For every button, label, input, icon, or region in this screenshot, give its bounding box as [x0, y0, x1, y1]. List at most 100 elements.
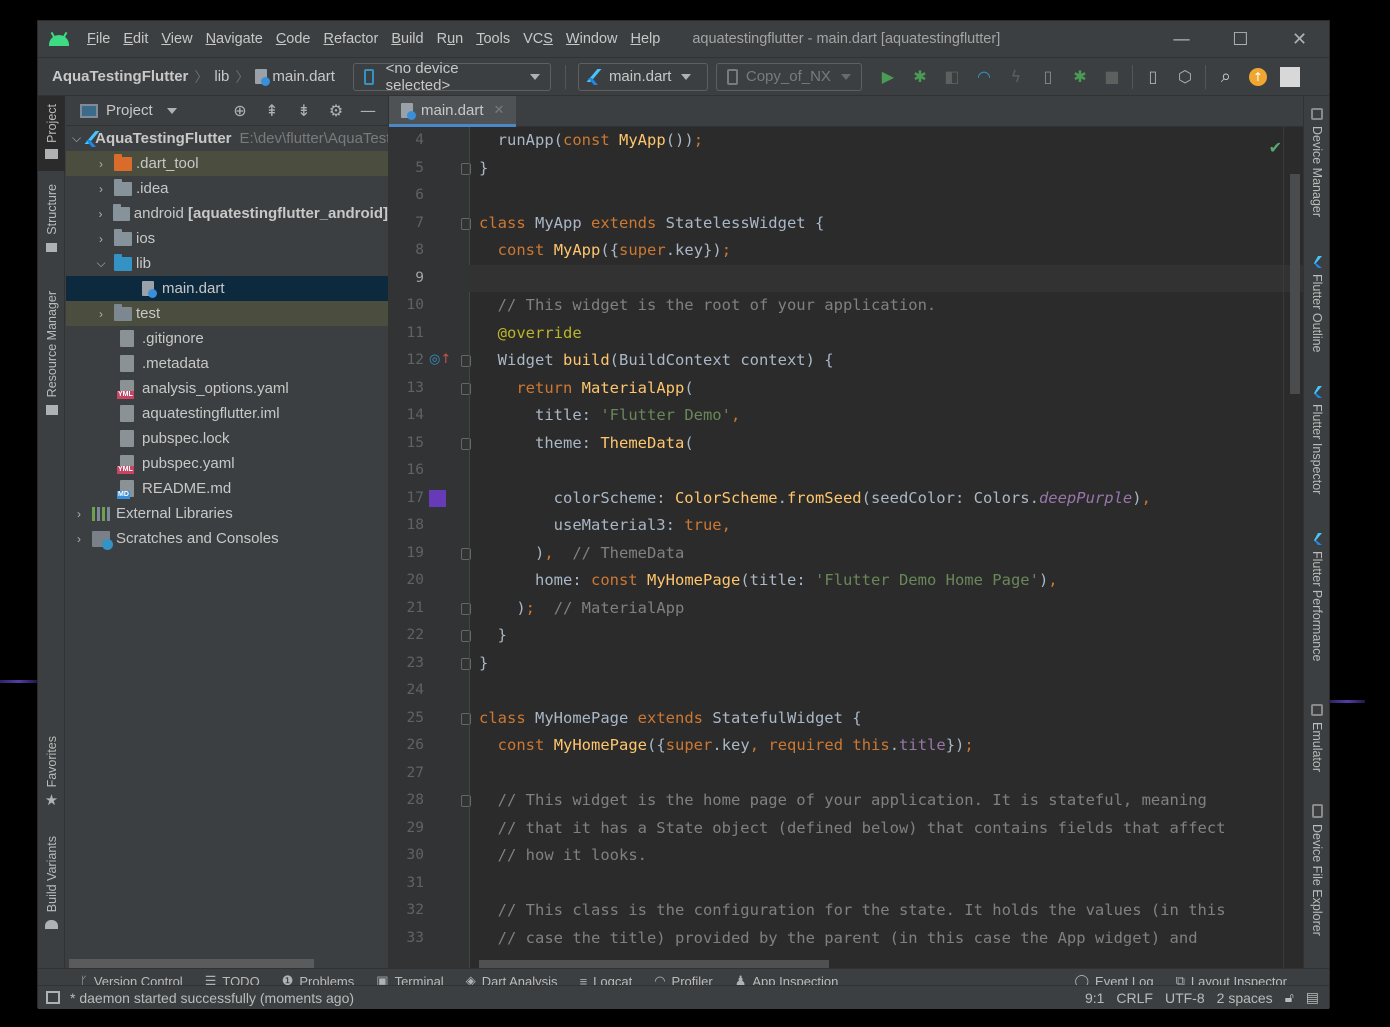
- tree-item-analysis-options[interactable]: YML analysis_options.yaml: [66, 376, 388, 401]
- expand-all-icon[interactable]: ⇞: [260, 101, 284, 120]
- code-line[interactable]: [469, 870, 1304, 898]
- code-line[interactable]: ), // ThemeData: [469, 540, 1304, 568]
- minimize-button[interactable]: —: [1152, 21, 1211, 58]
- tree-item-external-libraries[interactable]: › External Libraries: [66, 501, 388, 526]
- menu-view[interactable]: View: [156, 31, 200, 47]
- tree-item-pubspec-yaml[interactable]: YML pubspec.yaml: [66, 451, 388, 476]
- tree-item-lib[interactable]: ⌵ lib: [66, 251, 388, 276]
- code-area[interactable]: runApp(const MyApp());} class MyApp exten…: [469, 127, 1304, 968]
- emulator-tool-button[interactable]: Emulator: [1304, 704, 1330, 772]
- code-line[interactable]: }: [469, 650, 1304, 678]
- code-line[interactable]: [469, 677, 1304, 705]
- hide-panel-icon[interactable]: —: [356, 101, 380, 120]
- locate-file-icon[interactable]: ⊕: [228, 101, 252, 120]
- menu-refactor[interactable]: Refactor: [319, 31, 387, 47]
- device-file-explorer-tool-button[interactable]: Device File Explorer: [1304, 804, 1330, 936]
- chevron-right-icon[interactable]: ›: [94, 182, 108, 196]
- flutter-inspector-tool-button[interactable]: Flutter Inspector: [1304, 386, 1330, 494]
- avd-selector[interactable]: Copy_of_NX: [715, 62, 862, 91]
- file-encoding[interactable]: UTF-8: [1165, 990, 1205, 1006]
- chevron-right-icon[interactable]: ›: [94, 307, 108, 321]
- code-line[interactable]: }: [469, 155, 1304, 183]
- menu-navigate[interactable]: Navigate: [201, 31, 271, 47]
- gear-icon[interactable]: ⚙: [324, 101, 348, 120]
- code-line[interactable]: @override: [469, 320, 1304, 348]
- tree-item-idea[interactable]: › .idea: [66, 176, 388, 201]
- device-manager-tool-button[interactable]: Device Manager: [1304, 108, 1330, 217]
- menu-code[interactable]: Code: [271, 31, 319, 47]
- tree-item-android[interactable]: › android [aquatestingflutter_android]: [66, 201, 388, 226]
- tree-item-metadata[interactable]: .metadata: [66, 351, 388, 376]
- account-icon[interactable]: [1274, 63, 1306, 91]
- code-line[interactable]: // that it has a State object (defined b…: [469, 815, 1304, 843]
- flutter-outline-tool-button[interactable]: Flutter Outline: [1304, 256, 1330, 353]
- menu-build[interactable]: Build: [386, 31, 431, 47]
- notifications-icon[interactable]: ▤: [1306, 989, 1319, 1006]
- unlock-icon[interactable]: 🔓︎: [1285, 989, 1294, 1006]
- breadcrumb-folder[interactable]: lib: [214, 68, 229, 85]
- tree-item-iml[interactable]: aquatestingflutter.iml: [66, 401, 388, 426]
- code-line[interactable]: // This widget is the home page of your …: [469, 787, 1304, 815]
- tree-item-readme[interactable]: MD README.md: [66, 476, 388, 501]
- caret-position[interactable]: 9:1: [1085, 990, 1104, 1006]
- menu-tools[interactable]: Tools: [471, 31, 518, 47]
- menu-file[interactable]: File: [82, 31, 118, 47]
- structure-tool-button[interactable]: Structure: [38, 184, 65, 252]
- update-icon[interactable]: ↑: [1242, 63, 1274, 91]
- collapse-all-icon[interactable]: ⇟: [292, 101, 316, 120]
- chevron-right-icon[interactable]: ›: [72, 532, 86, 546]
- breadcrumb-file[interactable]: main.dart: [272, 68, 335, 85]
- chevron-right-icon[interactable]: ›: [94, 207, 107, 221]
- maximize-button[interactable]: ☐: [1211, 21, 1270, 58]
- code-line[interactable]: }: [469, 622, 1304, 650]
- code-line[interactable]: const MyHomePage({super.key, required th…: [469, 732, 1304, 760]
- apply-changes-icon[interactable]: ▯: [1032, 63, 1064, 91]
- run-icon[interactable]: ▶: [872, 63, 904, 91]
- menu-vcs[interactable]: VCS: [518, 31, 561, 47]
- code-line[interactable]: colorScheme: ColorScheme.fromSeed(seedCo…: [469, 485, 1304, 513]
- tab-main-dart[interactable]: main.dart ✕: [389, 96, 517, 127]
- code-line[interactable]: // case the title) provided by the paren…: [469, 925, 1304, 953]
- breadcrumb-project[interactable]: AquaTestingFlutter: [52, 68, 188, 85]
- menu-help[interactable]: Help: [625, 31, 668, 47]
- stop-icon[interactable]: ■: [1096, 63, 1128, 91]
- tree-item-gitignore[interactable]: .gitignore: [66, 326, 388, 351]
- tree-item-test[interactable]: › test: [66, 301, 388, 326]
- editor-horizontal-scrollbar[interactable]: [479, 960, 829, 968]
- code-line[interactable]: Widget build(BuildContext context) {: [469, 347, 1304, 375]
- sdk-manager-icon[interactable]: ⬡: [1169, 63, 1201, 91]
- code-line[interactable]: [469, 760, 1304, 788]
- code-line[interactable]: [469, 457, 1304, 485]
- indent-setting[interactable]: 2 spaces: [1217, 990, 1273, 1006]
- menu-run[interactable]: Run: [432, 31, 472, 47]
- hot-reload-icon[interactable]: ϟ: [1000, 63, 1032, 91]
- code-line[interactable]: class MyApp extends StatelessWidget {: [469, 210, 1304, 238]
- attach-icon[interactable]: ◧: [936, 63, 968, 91]
- code-line[interactable]: title: 'Flutter Demo',: [469, 402, 1304, 430]
- project-horizontal-scrollbar[interactable]: [69, 959, 314, 968]
- device-selector[interactable]: <no device selected>: [352, 60, 551, 94]
- chevron-right-icon[interactable]: ›: [94, 157, 108, 171]
- code-line[interactable]: runApp(const MyApp());: [469, 127, 1304, 155]
- tree-item-scratches[interactable]: › Scratches and Consoles: [66, 526, 388, 551]
- menu-edit[interactable]: Edit: [118, 31, 156, 47]
- tree-item-ios[interactable]: › ios: [66, 226, 388, 251]
- project-tool-button[interactable]: Project: [38, 96, 65, 171]
- line-separator[interactable]: CRLF: [1116, 990, 1153, 1006]
- code-line[interactable]: class MyHomePage extends StatefulWidget …: [469, 705, 1304, 733]
- code-line[interactable]: [469, 182, 1304, 210]
- chevron-right-icon[interactable]: ›: [72, 507, 86, 521]
- override-method-icon[interactable]: ◎↑: [429, 352, 451, 367]
- resource-manager-tool-button[interactable]: Resource Manager: [38, 291, 65, 416]
- run-config-selector[interactable]: main.dart: [577, 62, 708, 91]
- code-line[interactable]: const MyApp({super.key});: [469, 237, 1304, 265]
- close-button[interactable]: ✕: [1270, 21, 1329, 58]
- chevron-down-icon[interactable]: ⌵: [72, 131, 81, 146]
- chevron-down-icon[interactable]: ⌵: [94, 256, 108, 271]
- code-line[interactable]: theme: ThemeData(: [469, 430, 1304, 458]
- toggle-tool-windows-icon[interactable]: [46, 991, 60, 1004]
- search-icon[interactable]: ⌕: [1210, 63, 1242, 91]
- project-view-selector[interactable]: Project: [106, 102, 153, 119]
- code-line[interactable]: home: const MyHomePage(title: 'Flutter D…: [469, 567, 1304, 595]
- editor-vertical-scrollbar[interactable]: [1290, 174, 1300, 394]
